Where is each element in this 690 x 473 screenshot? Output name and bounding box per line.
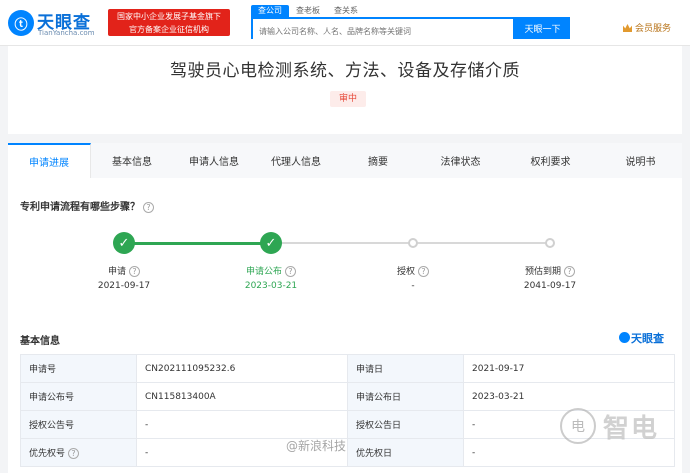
- promo-banner[interactable]: 国家中小企业发展子基金旗下 官方备案企业征信机构: [108, 9, 230, 36]
- tab-claims[interactable]: 权利要求: [502, 143, 599, 178]
- search-tab-company[interactable]: 查公司: [251, 5, 289, 17]
- process-question-text: 专利申请流程有哪些步骤？: [20, 202, 140, 213]
- promo-line-2: 官方备案企业征信机构: [129, 25, 209, 34]
- crown-icon: [623, 24, 632, 32]
- tianyancha-brand: 天眼查: [619, 330, 664, 346]
- table-value: CN115813400A: [136, 382, 348, 411]
- priority-key-text: 优先权号: [29, 449, 66, 459]
- table-value: 2021-09-17: [463, 354, 675, 383]
- help-icon[interactable]: ?: [129, 266, 140, 277]
- search-tabs: 查公司 查老板 查关系: [251, 5, 365, 17]
- search-input[interactable]: [253, 22, 513, 41]
- table-key: 优先权日: [347, 438, 464, 467]
- help-icon[interactable]: ?: [285, 266, 296, 277]
- tianyancha-logo[interactable]: ⓣ 天眼查 TianYancha.com: [8, 8, 100, 38]
- step-label-text: 预估到期: [524, 267, 561, 277]
- search-tab-relation[interactable]: 查关系: [327, 5, 365, 17]
- help-icon[interactable]: ?: [564, 266, 575, 277]
- table-value: CN202111095232.6: [136, 354, 348, 383]
- brand-watermark-text: 智电: [603, 414, 660, 444]
- step-done-check-icon: ✓: [260, 232, 282, 254]
- tab-description[interactable]: 说明书: [599, 143, 682, 178]
- step-pending-dot-icon: [408, 238, 418, 248]
- help-icon[interactable]: ?: [418, 266, 429, 277]
- tab-basic-info[interactable]: 基本信息: [91, 143, 173, 178]
- step-label: 申请公布?: [226, 264, 316, 277]
- table-row: 申请号 CN202111095232.6 申请日 2021-09-17: [20, 354, 675, 383]
- step-done-check-icon: ✓: [113, 232, 135, 254]
- step-label: 预估到期?: [505, 264, 595, 277]
- table-key: 优先权号?: [20, 438, 137, 467]
- tab-agent[interactable]: 代理人信息: [255, 143, 337, 178]
- brand-text: 天眼查: [631, 332, 664, 345]
- basic-info-heading: 基本信息: [20, 336, 60, 347]
- table-key: 申请公布日: [347, 382, 464, 411]
- search-tab-boss[interactable]: 查老板: [289, 5, 327, 17]
- brand-watermark-icon: 电: [560, 408, 596, 444]
- tab-legal-status[interactable]: 法律状态: [419, 143, 502, 178]
- tab-progress[interactable]: 申请进展: [8, 143, 91, 178]
- help-icon[interactable]: ?: [143, 202, 154, 213]
- step-date: -: [411, 281, 415, 291]
- weibo-watermark: @新浪科技: [286, 439, 347, 453]
- patent-title: 驾驶员心电检测系统、方法、设备及存储介质: [170, 61, 520, 81]
- table-key: 申请公布号: [20, 382, 137, 411]
- step-label-text: 申请: [107, 267, 126, 277]
- step-date: 2021-09-17: [97, 281, 151, 291]
- process-question: 专利申请流程有哪些步骤？?: [20, 198, 154, 213]
- step-label: 授权?: [368, 264, 458, 277]
- table-value: 2023-03-21: [463, 382, 675, 411]
- vip-service-link[interactable]: 会员服务: [623, 21, 671, 34]
- progress-steps: ✓ ✓ 申请? 申请公布? 授权? 预估到期? 2021-09-17 2023-…: [8, 231, 682, 301]
- patent-title-card: 驾驶员心电检测系统、方法、设备及存储介质 审中: [8, 46, 682, 134]
- status-badge: 审中: [330, 91, 366, 107]
- table-key: 授权公告日: [347, 410, 464, 439]
- logo-subtitle: TianYancha.com: [38, 29, 95, 37]
- top-header: ⓣ 天眼查 TianYancha.com 国家中小企业发展子基金旗下 官方备案企…: [0, 0, 690, 46]
- step-pending-dot-icon: [545, 238, 555, 248]
- logo-eye-icon: ⓣ: [8, 10, 34, 36]
- step-label-text: 授权: [396, 267, 415, 277]
- table-key: 申请号: [20, 354, 137, 383]
- search-button[interactable]: 天眼一下: [515, 17, 570, 39]
- tab-abstract[interactable]: 摘要: [337, 143, 419, 178]
- progress-line-done: [124, 242, 271, 245]
- vip-label: 会员服务: [635, 24, 672, 34]
- step-label-text: 申请公布: [245, 267, 282, 277]
- promo-line-1: 国家中小企业发展子基金旗下: [117, 12, 221, 21]
- tab-applicant[interactable]: 申请人信息: [173, 143, 255, 178]
- table-key: 授权公告号: [20, 410, 137, 439]
- eye-logo-icon: [619, 332, 630, 343]
- search-box: [251, 17, 515, 41]
- table-row: 申请公布号 CN115813400A 申请公布日 2023-03-21: [20, 382, 675, 411]
- detail-tabs: 申请进展 基本信息 申请人信息 代理人信息 摘要 法律状态 权利要求 说明书: [8, 143, 682, 178]
- table-key: 申请日: [347, 354, 464, 383]
- table-value: -: [136, 410, 348, 439]
- help-icon[interactable]: ?: [68, 448, 80, 459]
- step-label: 申请?: [79, 264, 169, 277]
- step-date: 2023-03-21: [244, 281, 298, 291]
- step-date: 2041-09-17: [523, 281, 577, 291]
